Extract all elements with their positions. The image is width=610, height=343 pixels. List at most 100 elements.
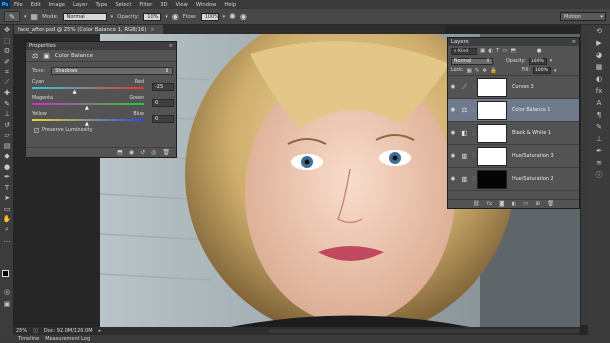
- panel-menu-icon[interactable]: ≡: [169, 43, 173, 49]
- yellow-blue-slider[interactable]: Yellow Blue ▲ 0: [32, 112, 174, 127]
- gradient-tool-icon[interactable]: ▤: [0, 141, 14, 152]
- chevron-down-icon[interactable]: ▾: [24, 14, 27, 20]
- eye-icon[interactable]: ◉: [448, 153, 458, 159]
- menu-3d[interactable]: 3D: [156, 2, 171, 8]
- layer-name[interactable]: Curves 3: [512, 84, 534, 90]
- layer-mask-thumbnail[interactable]: [477, 77, 507, 97]
- eraser-tool-icon[interactable]: ▱: [0, 130, 14, 141]
- slider-value[interactable]: -25: [152, 83, 174, 91]
- lock-position-icon[interactable]: ✥: [482, 68, 487, 74]
- layer-name[interactable]: Black & White 1: [512, 130, 551, 136]
- path-select-tool-icon[interactable]: ➤: [0, 193, 14, 204]
- eye-icon[interactable]: ◉: [448, 176, 458, 182]
- paths-panel-icon[interactable]: ✒: [588, 145, 610, 157]
- history-panel-icon[interactable]: ⟲: [588, 25, 610, 37]
- horizontal-scrollbar[interactable]: [269, 329, 579, 333]
- add-mask-icon[interactable]: ◙: [499, 201, 504, 207]
- slider-thumb[interactable]: ▲: [85, 105, 89, 111]
- eye-icon[interactable]: ◉: [448, 130, 458, 136]
- layer-mask-thumbnail[interactable]: [477, 146, 507, 166]
- lock-image-icon[interactable]: ✎: [475, 68, 480, 74]
- blend-mode-select[interactable]: Normal ⇕: [451, 57, 493, 65]
- lasso-tool-icon[interactable]: ʘ: [0, 46, 14, 57]
- menu-view[interactable]: View: [172, 2, 192, 8]
- history-brush-tool-icon[interactable]: ↺: [0, 120, 14, 131]
- layer-name[interactable]: Color Balance 1: [512, 107, 551, 113]
- adjustments-panel-icon[interactable]: ◐: [588, 73, 610, 85]
- workspace-switcher[interactable]: Motion ▾: [560, 12, 606, 21]
- menu-window[interactable]: Window: [192, 2, 220, 8]
- shape-tool-icon[interactable]: ▭: [0, 204, 14, 215]
- brush-tool-icon[interactable]: ✎: [0, 99, 14, 110]
- new-adjustment-icon[interactable]: ◐: [511, 201, 516, 207]
- clip-to-layer-icon[interactable]: ⬒: [117, 149, 123, 156]
- layer-opacity-field[interactable]: 100%: [528, 57, 547, 65]
- healing-tool-icon[interactable]: ✚: [0, 88, 14, 99]
- channels-panel-icon[interactable]: ≋: [588, 157, 610, 169]
- crop-tool-icon[interactable]: ⌗: [0, 67, 14, 78]
- tab-measurement-log[interactable]: Measurement Log: [45, 336, 90, 342]
- menu-help[interactable]: Help: [220, 2, 240, 8]
- opacity-arrow-icon[interactable]: ▾: [550, 58, 553, 64]
- layer-name[interactable]: Hue/Saturation 3: [512, 153, 554, 159]
- new-layer-icon[interactable]: ⊞: [535, 201, 540, 207]
- filter-toggle-icon[interactable]: ●: [537, 48, 542, 54]
- cyan-red-slider[interactable]: Cyan Red ▲ -25: [32, 80, 174, 95]
- layer-style-icon[interactable]: fx: [487, 201, 492, 207]
- screen-mode-icon[interactable]: ▣: [0, 299, 14, 310]
- tab-timeline[interactable]: Timeline: [18, 336, 39, 342]
- dodge-tool-icon[interactable]: ●: [0, 162, 14, 173]
- eye-icon[interactable]: ◉: [448, 107, 458, 113]
- quick-mask-icon[interactable]: ◎: [0, 287, 14, 298]
- foreground-color-swatch[interactable]: [2, 270, 9, 277]
- stamp-tool-icon[interactable]: ⊥: [0, 109, 14, 120]
- zoom-level[interactable]: 25%: [16, 328, 27, 334]
- preserve-luminosity-checkbox[interactable]: ✓: [34, 127, 39, 133]
- brush-panel-icon[interactable]: ✎: [588, 121, 610, 133]
- document-tab[interactable]: face_after.psd @ 25% (Color Balance 1, R…: [14, 25, 163, 34]
- layer-mask-thumbnail[interactable]: [477, 100, 507, 120]
- layer-row[interactable]: ◉ ⟋ ⋮ Curves 3: [448, 76, 579, 99]
- layer-row[interactable]: ◉ ▥ ⋮ Hue/Saturation 3: [448, 145, 579, 168]
- layer-row[interactable]: ◉ ▥ ⋮ Hue/Saturation 2: [448, 168, 579, 191]
- layer-name[interactable]: Hue/Saturation 2: [512, 176, 554, 182]
- character-panel-icon[interactable]: A: [588, 97, 610, 109]
- menu-file[interactable]: File: [10, 2, 27, 8]
- info-panel-icon[interactable]: ⓘ: [588, 169, 610, 181]
- filter-pixel-icon[interactable]: ▣: [480, 48, 485, 54]
- airbrush-icon[interactable]: ✺: [229, 12, 236, 21]
- visibility-icon[interactable]: ◎: [151, 149, 156, 156]
- eyedropper-tool-icon[interactable]: ⟋: [0, 78, 14, 89]
- menu-edit[interactable]: Edit: [27, 2, 45, 8]
- color-panel-icon[interactable]: ◕: [588, 49, 610, 61]
- reset-icon[interactable]: ↺: [140, 149, 145, 156]
- layer-row[interactable]: ◉ ⚖ ⋮ Color Balance 1: [448, 99, 579, 122]
- actions-panel-icon[interactable]: ▶: [588, 37, 610, 49]
- properties-header[interactable]: Properties ≡: [26, 42, 176, 50]
- menu-filter[interactable]: Filter: [135, 2, 156, 8]
- type-tool-icon[interactable]: T: [0, 183, 14, 194]
- mode-select[interactable]: Normal: [62, 12, 107, 21]
- more-tools-icon[interactable]: …: [0, 235, 14, 246]
- mode-dropdown-arrow[interactable]: ▾: [111, 14, 114, 20]
- brush-panel-icon[interactable]: ▦: [31, 12, 39, 21]
- quick-select-tool-icon[interactable]: ✐: [0, 57, 14, 68]
- layer-mask-thumbnail[interactable]: [477, 123, 507, 143]
- filter-shape-icon[interactable]: ▭: [502, 48, 507, 54]
- pressure-size-icon[interactable]: ◉: [240, 12, 247, 21]
- filter-adjustment-icon[interactable]: ◐: [488, 48, 493, 54]
- marquee-tool-icon[interactable]: ⬚: [0, 36, 14, 47]
- panel-collapse-strip[interactable]: [580, 25, 588, 325]
- lock-all-icon[interactable]: 🔒: [490, 68, 497, 74]
- filter-kind-select[interactable]: ⌕ Kind: [451, 47, 477, 55]
- tool-preset-picker[interactable]: ✎: [4, 11, 20, 22]
- opacity-dropdown-arrow[interactable]: ▾: [165, 14, 168, 20]
- layer-mask-icon[interactable]: ▣: [43, 52, 50, 60]
- zoom-tool-icon[interactable]: ⌕: [0, 225, 14, 236]
- clone-source-icon[interactable]: ⊥: [588, 133, 610, 145]
- filter-smart-object-icon[interactable]: ⬒: [511, 48, 516, 54]
- pressure-opacity-icon[interactable]: ◉: [172, 12, 179, 21]
- menu-type[interactable]: Type: [91, 2, 111, 8]
- menu-layer[interactable]: Layer: [69, 2, 91, 8]
- fill-arrow-icon[interactable]: ▾: [554, 68, 557, 74]
